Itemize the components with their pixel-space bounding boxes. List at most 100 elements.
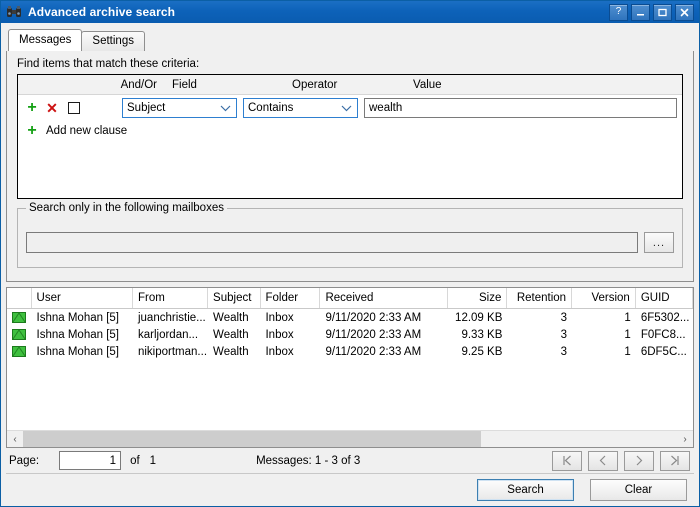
cell-size: 9.33 KB xyxy=(448,326,507,343)
table-row[interactable]: Ishna Mohan [5] nikiportman... Wealth In… xyxy=(7,343,693,360)
help-glyph: ? xyxy=(616,7,622,17)
envelope-icon xyxy=(7,343,32,360)
clear-button-label: Clear xyxy=(625,484,652,496)
search-button-label: Search xyxy=(507,484,543,496)
advanced-archive-search-window: Advanced archive search ? Messages Setti… xyxy=(0,0,700,507)
tab-messages-label: Messages xyxy=(19,34,71,46)
cell-size: 12.09 KB xyxy=(448,309,507,326)
results-column-retention[interactable]: Retention xyxy=(507,288,572,308)
cell-retention: 3 xyxy=(507,309,572,326)
criteria-clause-row: + ✕ Subject Contains wealth xyxy=(18,95,682,121)
next-page-button[interactable] xyxy=(624,451,654,471)
envelope-icon xyxy=(7,309,32,326)
operator-dropdown-value: Contains xyxy=(248,102,293,114)
cell-from: nikiportman... xyxy=(133,343,208,360)
cell-from: karljordan... xyxy=(133,326,208,343)
cell-user: Ishna Mohan [5] xyxy=(32,343,133,360)
cell-folder: Inbox xyxy=(260,326,320,343)
add-clause-icon[interactable]: + xyxy=(24,100,40,116)
delete-clause-icon[interactable]: ✕ xyxy=(44,101,60,115)
column-header-field: Field xyxy=(163,79,283,91)
close-button[interactable] xyxy=(675,4,694,21)
clear-button[interactable]: Clear xyxy=(590,479,687,501)
results-column-folder[interactable]: Folder xyxy=(261,288,321,308)
results-horizontal-scrollbar[interactable]: ‹ › xyxy=(7,430,693,447)
results-column-subject[interactable]: Subject xyxy=(208,288,260,308)
cell-size: 9.25 KB xyxy=(448,343,507,360)
cell-subject: Wealth xyxy=(208,326,260,343)
table-row[interactable]: Ishna Mohan [5] juanchristie... Wealth I… xyxy=(7,309,693,326)
page-number-input[interactable]: 1 xyxy=(59,451,121,470)
cell-guid: 6DF5C... xyxy=(636,343,693,360)
envelope-icon xyxy=(7,326,32,343)
cell-received: 9/11/2020 2:33 AM xyxy=(320,309,448,326)
first-page-button[interactable] xyxy=(552,451,582,471)
results-column-user[interactable]: User xyxy=(32,288,133,308)
browse-mailboxes-label: ... xyxy=(653,237,665,249)
minimize-button[interactable] xyxy=(631,4,650,21)
footer-buttons: Search Clear xyxy=(1,474,699,506)
maximize-button[interactable] xyxy=(653,4,672,21)
results-list: User From Subject Folder Received Size R… xyxy=(6,287,694,448)
results-column-size[interactable]: Size xyxy=(448,288,507,308)
results-column-version[interactable]: Version xyxy=(572,288,636,308)
column-header-andor: And/Or xyxy=(108,79,163,91)
chevron-down-icon xyxy=(341,99,352,117)
results-column-from[interactable]: From xyxy=(133,288,208,308)
table-row[interactable]: Ishna Mohan [5] karljordan... Wealth Inb… xyxy=(7,326,693,343)
cell-retention: 3 xyxy=(507,343,572,360)
criteria-instruction: Find items that match these criteria: xyxy=(17,58,199,70)
cell-user: Ishna Mohan [5] xyxy=(32,309,133,326)
mailboxes-legend: Search only in the following mailboxes xyxy=(26,202,227,214)
cell-user: Ishna Mohan [5] xyxy=(32,326,133,343)
mailboxes-input[interactable] xyxy=(26,232,638,253)
cell-folder: Inbox xyxy=(260,309,320,326)
add-new-clause-label: Add new clause xyxy=(46,125,127,137)
operator-dropdown[interactable]: Contains xyxy=(243,98,358,118)
last-page-button[interactable] xyxy=(660,451,690,471)
previous-page-button[interactable] xyxy=(588,451,618,471)
cell-version: 1 xyxy=(572,326,636,343)
mailboxes-group: Search only in the following mailboxes .… xyxy=(17,208,683,268)
cell-subject: Wealth xyxy=(208,309,260,326)
results-body: Ishna Mohan [5] juanchristie... Wealth I… xyxy=(7,309,693,430)
cell-version: 1 xyxy=(572,309,636,326)
clause-checkbox[interactable] xyxy=(68,102,80,114)
column-header-value: Value xyxy=(404,79,682,91)
page-label: Page: xyxy=(9,455,39,467)
cell-guid: F0FC8... xyxy=(636,326,693,343)
results-column-guid[interactable]: GUID xyxy=(636,288,693,308)
scrollbar-thumb[interactable] xyxy=(23,431,481,447)
cell-retention: 3 xyxy=(507,326,572,343)
help-button[interactable]: ? xyxy=(609,4,628,21)
cell-received: 9/11/2020 2:33 AM xyxy=(320,326,448,343)
value-input-text: wealth xyxy=(369,102,402,114)
scroll-left-arrow-icon[interactable]: ‹ xyxy=(7,431,23,447)
search-button[interactable]: Search xyxy=(477,479,574,501)
value-input[interactable]: wealth xyxy=(364,98,677,118)
cell-folder: Inbox xyxy=(260,343,320,360)
scroll-right-arrow-icon[interactable]: › xyxy=(677,431,693,447)
messages-tab-page: Find items that match these criteria: An… xyxy=(6,50,694,282)
chevron-down-icon xyxy=(220,99,231,117)
tab-strip: Messages Settings xyxy=(1,23,699,51)
mailboxes-row: ... xyxy=(26,232,674,253)
messages-status: Messages: 1 - 3 of 3 xyxy=(256,455,360,467)
criteria-grid-header: And/Or Field Operator Value xyxy=(18,75,682,95)
browse-mailboxes-button[interactable]: ... xyxy=(644,232,674,253)
window-title: Advanced archive search xyxy=(28,5,609,19)
cell-subject: Wealth xyxy=(208,343,260,360)
cell-guid: 6F5302... xyxy=(636,309,693,326)
tab-settings[interactable]: Settings xyxy=(81,31,145,51)
results-header: User From Subject Folder Received Size R… xyxy=(7,288,693,309)
results-column-icon[interactable] xyxy=(7,288,32,308)
pager-bar: Page: 1 of 1 Messages: 1 - 3 of 3 xyxy=(6,448,694,474)
title-bar: Advanced archive search ? xyxy=(1,1,699,23)
tab-messages[interactable]: Messages xyxy=(8,29,82,51)
field-dropdown[interactable]: Subject xyxy=(122,98,237,118)
add-new-clause-row[interactable]: + Add new clause xyxy=(18,121,682,141)
results-column-received[interactable]: Received xyxy=(320,288,448,308)
column-header-operator: Operator xyxy=(283,79,404,91)
criteria-grid: And/Or Field Operator Value + ✕ Subject … xyxy=(17,74,683,199)
scrollbar-track[interactable] xyxy=(23,431,677,447)
